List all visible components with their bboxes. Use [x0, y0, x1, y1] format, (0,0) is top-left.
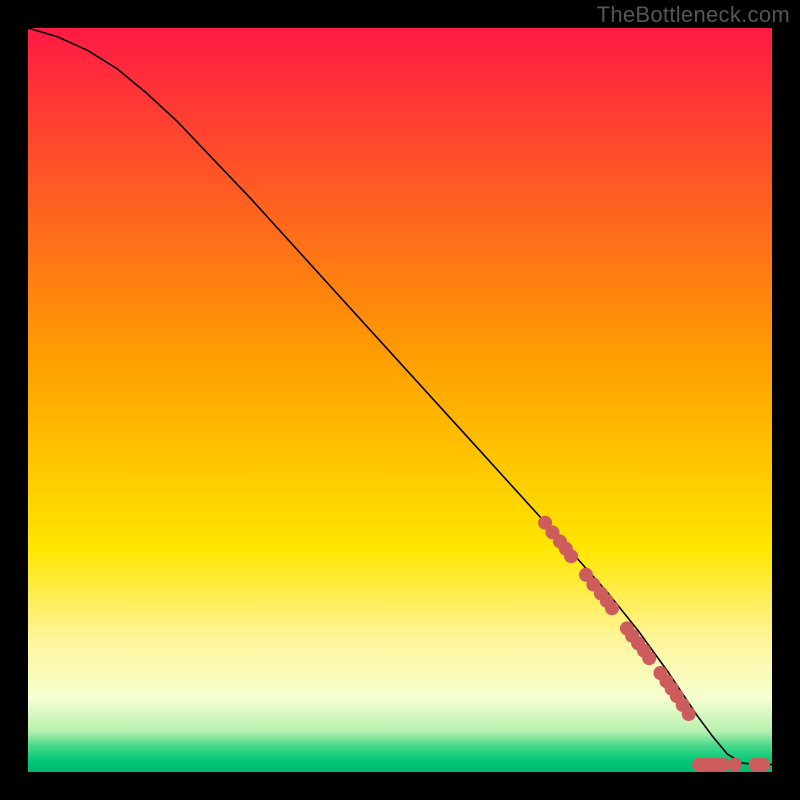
- data-marker: [682, 707, 696, 721]
- chart-svg: [28, 28, 772, 772]
- data-marker: [605, 601, 619, 615]
- chart-frame: TheBottleneck.com: [0, 0, 800, 800]
- data-marker: [728, 758, 742, 772]
- watermark-text: TheBottleneck.com: [597, 2, 790, 28]
- data-marker: [642, 651, 656, 665]
- data-marker: [564, 549, 578, 563]
- data-marker: [756, 758, 770, 772]
- plot-area: [28, 28, 772, 772]
